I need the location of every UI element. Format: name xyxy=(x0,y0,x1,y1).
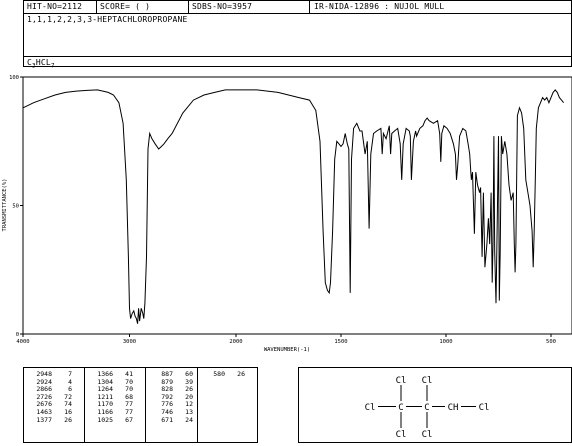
y-axis-label: TRANSMITTANCE(%) xyxy=(2,179,8,232)
spectrum-line xyxy=(22,89,564,324)
y-tick-label: 100 xyxy=(9,75,19,81)
peak-transmittance: 67 xyxy=(125,415,133,424)
peak-wavenumber: 1025 xyxy=(97,415,113,424)
atom-chlorine: Cl xyxy=(422,376,433,386)
atom-carbon: C xyxy=(424,403,429,413)
x-tick-label: 1000 xyxy=(439,339,452,345)
peak-column: 2948 7 2924 4 2866 6 2726 72 2676 74 1463 16 1377 26 xyxy=(28,370,72,425)
structure-diagram: Cl Cl Cl C C CH Cl Cl Cl xyxy=(365,376,490,440)
atom-ch: CH xyxy=(448,403,459,413)
peak-column: 887 60 879 39 828 26 792 20 776 12 746 13 671 24 xyxy=(149,370,193,425)
atom-carbon: C xyxy=(398,403,403,413)
peak-row: 671 24 xyxy=(149,415,193,425)
peak-transmittance: 26 xyxy=(64,415,72,424)
plot-frame xyxy=(22,76,572,335)
y-tick-label: 50 xyxy=(12,204,19,210)
peak-wavenumber: 580 xyxy=(213,370,225,378)
table-divider xyxy=(145,368,146,442)
x-tick-label: 500 xyxy=(546,339,556,345)
atom-chlorine: Cl xyxy=(422,430,433,440)
peak-row: 580 26 xyxy=(201,370,245,379)
peak-column: 1366 41 1304 70 1264 70 1211 68 1170 77 1166 77 1025… xyxy=(89,370,133,425)
atom-chlorine: Cl xyxy=(479,403,490,413)
structure-box: Cl Cl Cl C C CH Cl Cl Cl xyxy=(298,367,572,443)
atom-chlorine: Cl xyxy=(396,376,407,386)
x-tick-label: 2000 xyxy=(229,339,242,345)
peak-transmittance: 26 xyxy=(237,370,245,378)
table-divider xyxy=(84,368,85,442)
y-tick-label: 0 xyxy=(16,332,19,338)
peak-row: 1025 67 xyxy=(89,415,133,425)
peak-table: 2948 7 2924 4 2866 6 2726 72 2676 74 1463 16 1377 26 … xyxy=(23,367,258,443)
peak-row: 1377 26 xyxy=(28,415,72,425)
ir-spectrum-chart: 4000 3000 2000 1500 1000 500100500 TRANSMITTA… xyxy=(2,75,572,353)
peak-wavenumber: 671 xyxy=(161,415,173,424)
peak-wavenumber: 1377 xyxy=(36,415,52,424)
x-tick-label: 1500 xyxy=(334,339,347,345)
table-divider xyxy=(197,368,198,442)
x-tick-label: 4000 xyxy=(16,339,29,345)
x-axis-label: WAVENUMBER(-1) xyxy=(264,347,310,353)
x-tick-label: 3000 xyxy=(123,339,136,345)
peak-column: 580 26 xyxy=(201,370,245,379)
peak-transmittance: 24 xyxy=(185,415,193,424)
atom-chlorine: Cl xyxy=(396,430,407,440)
atom-chlorine: Cl xyxy=(365,403,376,413)
